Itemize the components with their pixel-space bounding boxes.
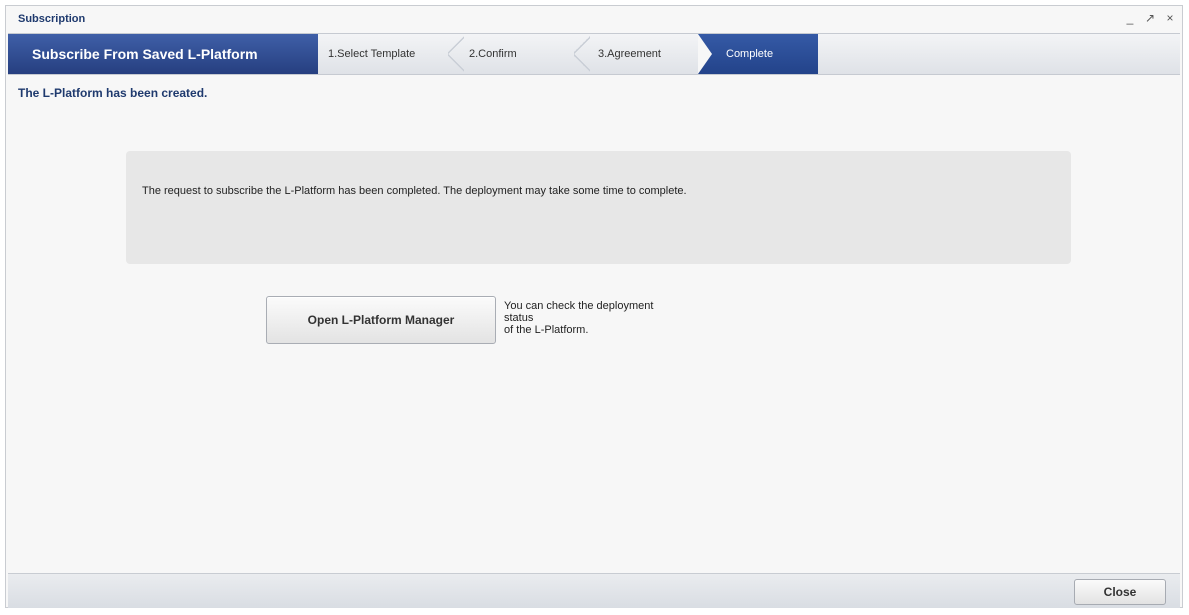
hint-line: of the L-Platform.: [504, 324, 589, 336]
wizard-step-agreement: 3.Agreement: [598, 48, 661, 60]
close-button[interactable]: Close: [1074, 579, 1166, 605]
step-separator: [574, 34, 590, 74]
wizard-step-complete: Complete: [698, 34, 818, 74]
subscription-window: Subscription _ ↗ × Subscribe From Saved …: [5, 5, 1183, 608]
window-title: Subscription: [18, 13, 86, 25]
footer-bar: Close: [8, 573, 1180, 608]
close-icon[interactable]: ×: [1164, 11, 1176, 25]
status-message: The L-Platform has been created.: [18, 86, 208, 100]
wizard-title: Subscribe From Saved L-Platform: [8, 34, 318, 74]
wizard-step-select-template: 1.Select Template: [328, 48, 416, 60]
completion-message-box: The request to subscribe the L-Platform …: [126, 151, 1071, 264]
title-bar: Subscription _ ↗ ×: [6, 6, 1182, 32]
step-separator: [448, 34, 464, 74]
hint-line: You can check the deployment status: [504, 300, 654, 324]
window-controls: _ ↗ ×: [1124, 11, 1176, 25]
wizard-steps-bar: Subscribe From Saved L-Platform 1.Select…: [8, 33, 1180, 75]
minimize-icon[interactable]: _: [1124, 11, 1136, 25]
restore-icon[interactable]: ↗: [1144, 11, 1156, 25]
completion-message-text: The request to subscribe the L-Platform …: [142, 185, 687, 197]
deployment-status-hint: You can check the deployment status of t…: [504, 300, 684, 336]
wizard-step-confirm: 2.Confirm: [469, 48, 517, 60]
open-l-platform-manager-button[interactable]: Open L-Platform Manager: [266, 296, 496, 344]
